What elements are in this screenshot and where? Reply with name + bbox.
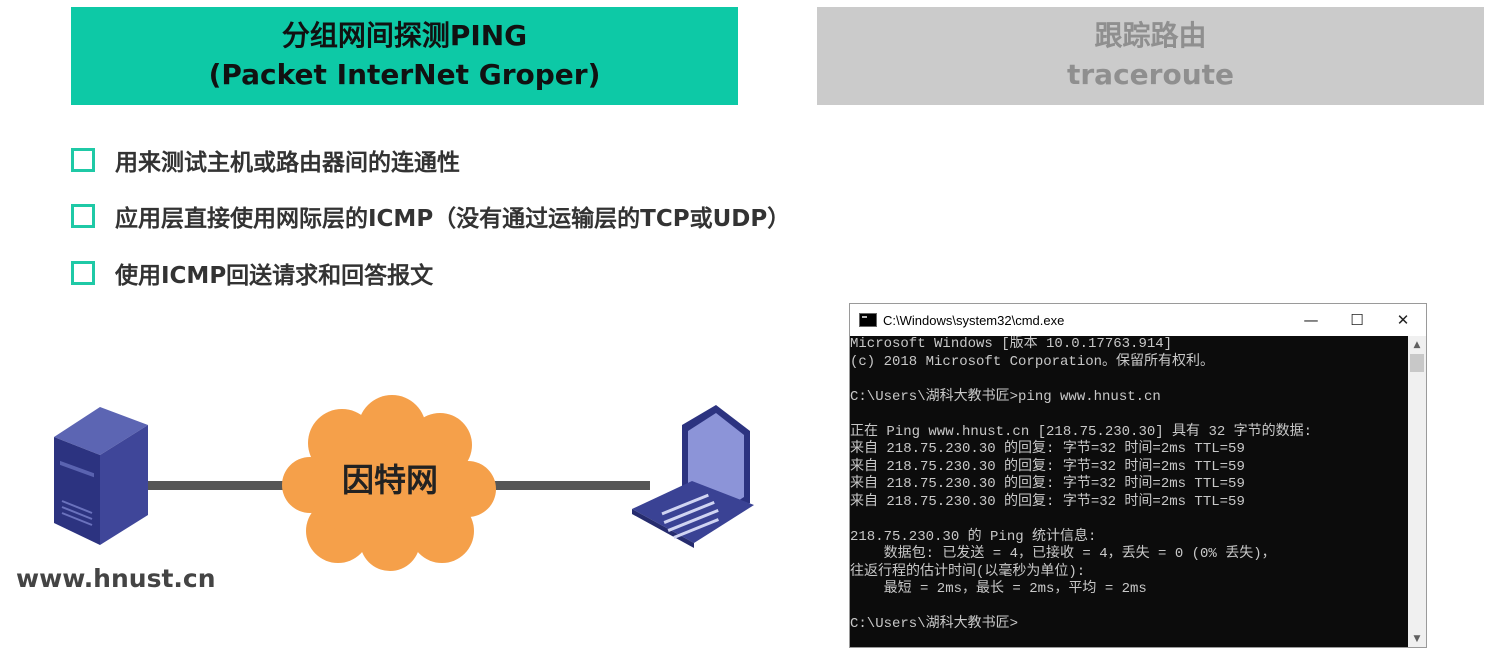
console-output[interactable]: Microsoft Windows [版本 10.0.17763.914] (c… [850,336,1408,647]
console-line: Microsoft Windows [版本 10.0.17763.914] [850,336,1408,354]
internet-cloud-label: 因特网 [330,455,450,501]
minimize-button[interactable]: — [1288,304,1334,336]
bullet-text: 应用层直接使用网际层的ICMP（没有通过运输层的TCP或UDP） [115,199,790,233]
bullet-text: 使用ICMP回送请求和回答报文 [115,256,433,290]
console-line: 最短 = 2ms，最长 = 2ms，平均 = 2ms [850,581,1408,599]
console-line: C:\Users\湖科大教书匠> [850,616,1408,634]
checkbox-icon [71,261,95,285]
console-line: 正在 Ping www.hnust.cn [218.75.230.30] 具有 … [850,424,1408,442]
tab-traceroute-subtitle: traceroute [1067,55,1234,95]
tab-traceroute-title: 跟踪路由 [1094,17,1206,55]
scroll-up-icon[interactable]: ▲ [1408,336,1426,353]
tab-ping[interactable]: 分组网间探测PING (Packet InterNet Groper) [71,7,738,105]
console-line: 往返行程的估计时间(以毫秒为单位): [850,564,1408,582]
tab-ping-subtitle: (Packet InterNet Groper) [209,55,601,95]
tab-ping-title: 分组网间探测PING [282,17,527,55]
console-line: 218.75.230.30 的 Ping 统计信息: [850,529,1408,547]
cmd-window[interactable]: C:\Windows\system32\cmd.exe — ☐ ✕ Micros… [849,303,1427,648]
bullet-item: 用来测试主机或路由器间的连通性 [71,144,460,176]
console-line: 来自 218.75.230.30 的回复: 字节=32 时间=2ms TTL=5… [850,476,1408,494]
server-icon [44,405,156,547]
tab-traceroute[interactable]: 跟踪路由 traceroute [817,7,1484,105]
bullet-item: 应用层直接使用网际层的ICMP（没有通过运输层的TCP或UDP） [71,200,790,232]
close-button[interactable]: ✕ [1380,304,1426,336]
console-line: C:\Users\湖科大教书匠>ping www.hnust.cn [850,389,1408,407]
cmd-app-icon [859,313,877,327]
console-line [850,371,1408,389]
scrollbar-thumb[interactable] [1410,354,1424,372]
console-line [850,406,1408,424]
console-line: 来自 218.75.230.30 的回复: 字节=32 时间=2ms TTL=5… [850,494,1408,512]
host-label: www.hnust.cn [16,564,216,593]
vertical-scrollbar[interactable]: ▲ ▼ [1408,336,1426,647]
cmd-title: C:\Windows\system32\cmd.exe [883,313,1064,328]
scroll-down-icon[interactable]: ▼ [1408,630,1426,647]
cmd-title-bar[interactable]: C:\Windows\system32\cmd.exe — ☐ ✕ [850,304,1426,336]
console-line [850,599,1408,617]
console-line [850,511,1408,529]
console-line: (c) 2018 Microsoft Corporation。保留所有权利。 [850,354,1408,372]
laptop-icon [630,403,758,548]
console-line: 来自 218.75.230.30 的回复: 字节=32 时间=2ms TTL=5… [850,441,1408,459]
bullet-item: 使用ICMP回送请求和回答报文 [71,257,433,289]
console-line: 来自 218.75.230.30 的回复: 字节=32 时间=2ms TTL=5… [850,459,1408,477]
bullet-text: 用来测试主机或路由器间的连通性 [115,143,460,177]
checkbox-icon [71,148,95,172]
console-line: 数据包: 已发送 = 4，已接收 = 4，丢失 = 0 (0% 丢失)， [850,546,1408,564]
maximize-button[interactable]: ☐ [1334,304,1380,336]
checkbox-icon [71,204,95,228]
